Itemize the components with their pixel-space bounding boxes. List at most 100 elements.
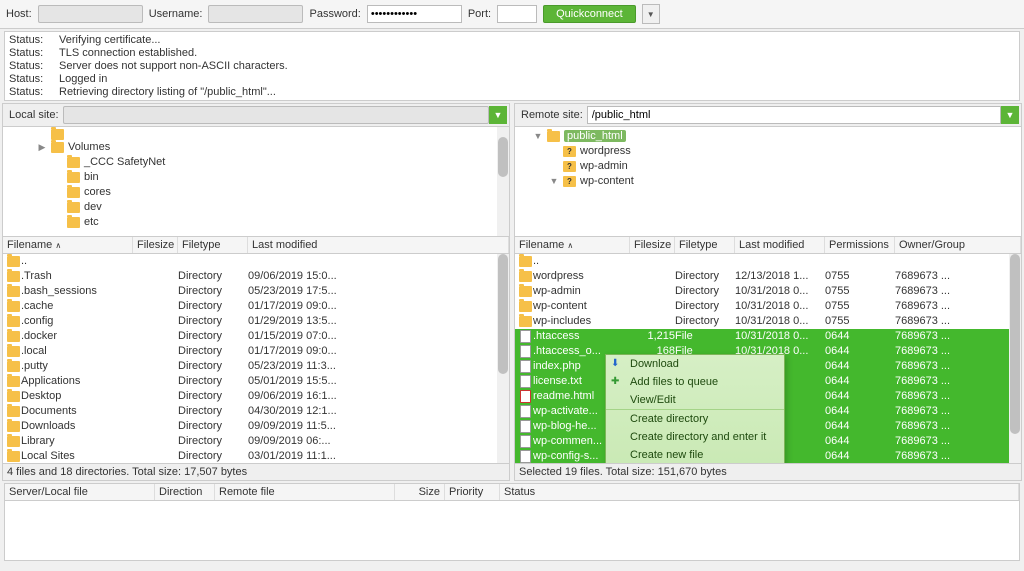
folder-icon: [7, 346, 20, 357]
file-row[interactable]: .TrashDirectory09/06/2019 15:0...: [3, 269, 509, 284]
ctx-create-dir-enter[interactable]: Create directory and enter it: [606, 428, 784, 446]
file-row[interactable]: DownloadsDirectory09/09/2019 11:5...: [3, 419, 509, 434]
file-icon: [520, 390, 531, 403]
log-message: TLS connection established.: [59, 47, 197, 60]
file-row[interactable]: .configDirectory01/29/2019 13:5...: [3, 314, 509, 329]
context-menu: ⬇Download ✚Add files to queue View/Edit …: [605, 354, 785, 463]
file-name: .htaccess: [533, 329, 630, 344]
file-row[interactable]: .htaccess1,215File10/31/2018 0...0644768…: [515, 329, 1021, 344]
folder-icon: [547, 131, 560, 142]
scrollbar[interactable]: [497, 254, 509, 463]
username-input[interactable]: [208, 5, 303, 23]
tree-item[interactable]: bin: [5, 170, 507, 185]
local-site-input[interactable]: [63, 106, 489, 124]
expand-icon[interactable]: ▶: [37, 140, 47, 155]
expand-icon[interactable]: ▼: [549, 174, 559, 189]
tree-item[interactable]: etc: [5, 215, 507, 230]
file-row[interactable]: ..: [515, 254, 1021, 269]
file-row[interactable]: .dockerDirectory01/15/2019 07:0...: [3, 329, 509, 344]
file-row[interactable]: Local SitesDirectory03/01/2019 11:1...: [3, 449, 509, 463]
tree-item[interactable]: _CCC SafetyNet: [5, 155, 507, 170]
file-icon: [520, 405, 531, 418]
folder-icon: [51, 142, 64, 153]
expand-icon[interactable]: ▼: [533, 129, 543, 144]
folder-icon: [7, 451, 20, 462]
local-file-headers[interactable]: Filename ∧ Filesize Filetype Last modifi…: [3, 237, 509, 254]
local-site-dropdown[interactable]: ▼: [489, 106, 507, 124]
file-icon: [520, 375, 531, 388]
ctx-add-queue[interactable]: ✚Add files to queue: [606, 373, 784, 391]
file-icon: [520, 435, 531, 448]
file-name: Documents: [21, 404, 133, 419]
tree-item[interactable]: ▼public_html: [517, 129, 1019, 144]
quickconnect-history-dropdown[interactable]: ▼: [642, 4, 660, 24]
download-icon: ⬇: [611, 358, 619, 369]
folder-icon: [51, 129, 64, 140]
file-row[interactable]: wordpressDirectory12/13/2018 1...0755768…: [515, 269, 1021, 284]
file-row[interactable]: LibraryDirectory09/09/2019 06:...: [3, 434, 509, 449]
folder-icon: [7, 271, 20, 282]
log-message: Server does not support non-ASCII charac…: [59, 60, 288, 73]
file-name: wp-includes: [533, 314, 630, 329]
file-name: Library: [21, 434, 133, 449]
port-input[interactable]: [497, 5, 537, 23]
folder-icon: [7, 421, 20, 432]
host-label: Host:: [6, 8, 32, 20]
tree-item[interactable]: ▼?wp-content: [517, 174, 1019, 189]
folder-icon: [7, 436, 20, 447]
remote-status: Selected 19 files. Total size: 151,670 b…: [515, 463, 1021, 480]
log-message: Retrieving directory listing of "/public…: [59, 86, 276, 99]
folder-icon: [67, 187, 80, 198]
file-row[interactable]: .localDirectory01/17/2019 09:0...: [3, 344, 509, 359]
tree-item[interactable]: dev: [5, 200, 507, 215]
remote-file-headers[interactable]: Filename ∧ Filesize Filetype Last modifi…: [515, 237, 1021, 254]
remote-tree[interactable]: ▼public_html?wordpress?wp-admin▼?wp-cont…: [515, 127, 1021, 237]
local-tree[interactable]: ▶Volumes_CCC SafetyNetbincoresdevetc: [3, 127, 509, 237]
tree-item[interactable]: ?wordpress: [517, 144, 1019, 159]
ctx-download[interactable]: ⬇Download: [606, 355, 784, 373]
file-icon: [520, 330, 531, 343]
password-input[interactable]: [367, 5, 462, 23]
local-status: 4 files and 18 directories. Total size: …: [3, 463, 509, 480]
remote-site-dropdown[interactable]: ▼: [1001, 106, 1019, 124]
log-message: Logged in: [59, 73, 107, 86]
file-row[interactable]: ApplicationsDirectory05/01/2019 15:5...: [3, 374, 509, 389]
tree-item[interactable]: [5, 129, 507, 140]
file-row[interactable]: .cacheDirectory01/17/2019 09:0...: [3, 299, 509, 314]
file-row[interactable]: DocumentsDirectory04/30/2019 12:1...: [3, 404, 509, 419]
quickconnect-button[interactable]: Quickconnect: [543, 5, 636, 23]
log-message: Verifying certificate...: [59, 34, 161, 47]
file-name: .bash_sessions: [21, 284, 133, 299]
tree-item[interactable]: ?wp-admin: [517, 159, 1019, 174]
scrollbar[interactable]: [1009, 254, 1021, 463]
folder-icon: [67, 217, 80, 228]
tree-item[interactable]: ▶Volumes: [5, 140, 507, 155]
file-icon: [520, 450, 531, 463]
remote-site-input[interactable]: [587, 106, 1001, 124]
file-row[interactable]: .puttyDirectory05/23/2019 11:3...: [3, 359, 509, 374]
file-name: Downloads: [21, 419, 133, 434]
local-file-list[interactable]: ...TrashDirectory09/06/2019 15:0....bash…: [3, 254, 509, 463]
ctx-view-edit[interactable]: View/Edit: [606, 391, 784, 410]
ctx-create-file[interactable]: Create new file: [606, 446, 784, 463]
file-row[interactable]: DesktopDirectory09/06/2019 16:1...: [3, 389, 509, 404]
file-icon: [520, 420, 531, 433]
file-icon: [520, 345, 531, 358]
ctx-create-dir[interactable]: Create directory: [606, 410, 784, 428]
file-row[interactable]: wp-contentDirectory10/31/2018 0...075576…: [515, 299, 1021, 314]
host-input[interactable]: [38, 5, 143, 23]
local-site-label: Local site:: [5, 109, 63, 121]
scrollbar[interactable]: [497, 127, 509, 236]
file-row[interactable]: .bash_sessionsDirectory05/23/2019 17:5..…: [3, 284, 509, 299]
file-row[interactable]: ..: [3, 254, 509, 269]
tree-label: cores: [84, 185, 111, 200]
file-name: .docker: [21, 329, 133, 344]
remote-file-list[interactable]: ..wordpressDirectory12/13/2018 1...07557…: [515, 254, 1021, 463]
queue-headers[interactable]: Server/Local file Direction Remote file …: [5, 484, 1019, 501]
file-row[interactable]: wp-includesDirectory10/31/2018 0...07557…: [515, 314, 1021, 329]
tree-item[interactable]: cores: [5, 185, 507, 200]
log-status-label: Status:: [9, 86, 51, 99]
file-row[interactable]: wp-adminDirectory10/31/2018 0...07557689…: [515, 284, 1021, 299]
folder-icon: [67, 202, 80, 213]
folder-unknown-icon: ?: [563, 161, 576, 172]
